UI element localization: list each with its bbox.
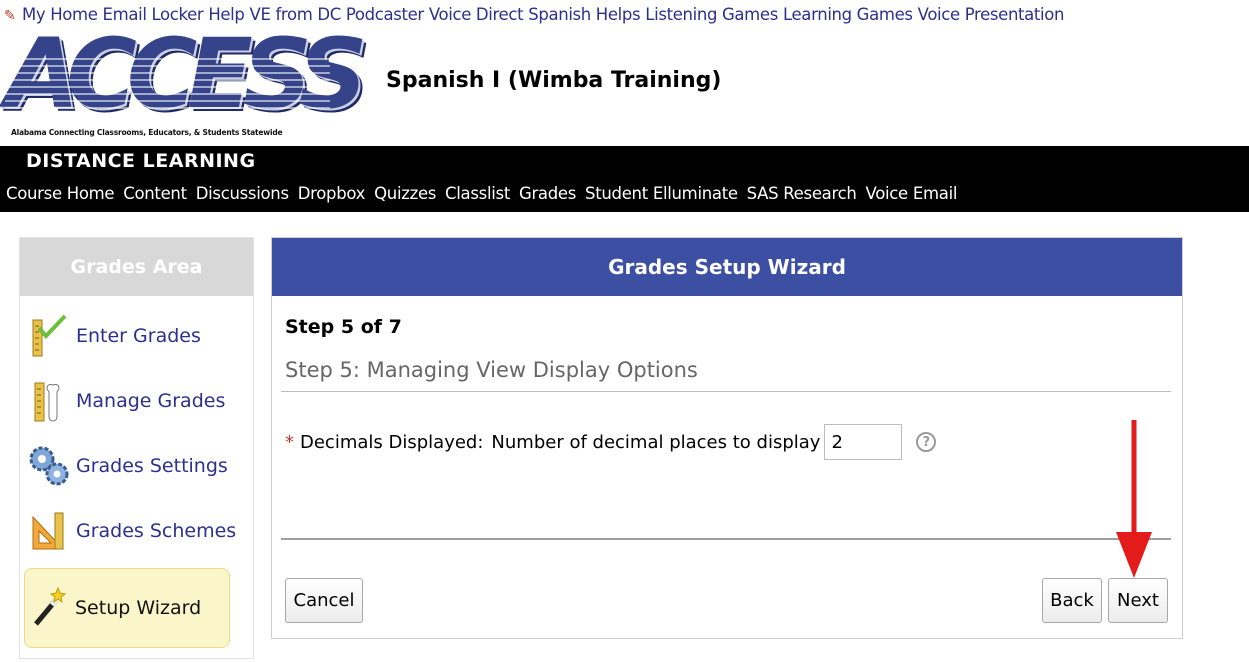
decimals-field-row: * Decimals Displayed: Number of decimal … (285, 424, 937, 460)
help-icon[interactable]: ? (916, 432, 937, 452)
logo-text: ACCESS (5, 18, 368, 130)
sidebar-item-label: Grades Schemes (76, 520, 237, 542)
sidebar-item-label: Setup Wizard (75, 597, 202, 619)
nav-content[interactable]: Content (123, 184, 187, 203)
next-button[interactable]: Next (1108, 578, 1168, 623)
sidebar-item-manage-grades[interactable]: Manage Grades (26, 375, 246, 427)
nav-student-elluminate[interactable]: Student Elluminate (585, 184, 738, 203)
top-link-voice-presentation[interactable]: Voice Presentation (918, 5, 1065, 24)
nav-dropbox[interactable]: Dropbox (298, 184, 366, 203)
nav-grades[interactable]: Grades (519, 184, 576, 203)
cancel-button[interactable]: Cancel (285, 578, 363, 623)
nav-quizzes[interactable]: Quizzes (374, 184, 436, 203)
grades-sidebar: Grades Area Enter Grades Manage Grades G… (19, 237, 254, 659)
nav-voice-email[interactable]: Voice Email (866, 184, 958, 203)
sidebar-item-enter-grades[interactable]: Enter Grades (26, 310, 246, 362)
divider (281, 538, 1171, 540)
nav-sas-research[interactable]: SAS Research (747, 184, 857, 203)
magic-wand-icon (25, 585, 71, 631)
decimals-description: Number of decimal places to display (491, 431, 821, 453)
wizard-title: Grades Setup Wizard (272, 238, 1182, 296)
setup-wizard-panel: Grades Setup Wizard Step 5 of 7 Step 5: … (271, 237, 1183, 639)
back-button[interactable]: Back (1042, 578, 1102, 623)
decimals-label: Decimals Displayed: (300, 431, 484, 453)
ruler-check-icon (26, 313, 72, 359)
divider (281, 391, 1171, 392)
top-link-spanish-helps[interactable]: Spanish Helps (528, 5, 640, 24)
course-navbar: DISTANCE LEARNING Course Home Content Di… (0, 146, 1249, 212)
access-logo[interactable]: ACCESS Alabama Connecting Classrooms, Ed… (5, 26, 368, 146)
decimals-input[interactable] (824, 424, 903, 460)
triangle-ruler-icon (26, 508, 72, 554)
nav-discussions[interactable]: Discussions (196, 184, 289, 203)
sidebar-item-setup-wizard[interactable]: Setup Wizard (24, 568, 230, 648)
nav-course-home[interactable]: Course Home (6, 184, 115, 203)
sidebar-item-grades-settings[interactable]: Grades Settings (26, 440, 246, 492)
distance-learning-title: DISTANCE LEARNING (26, 150, 256, 172)
step-title: Step 5: Managing View Display Options (285, 358, 698, 382)
step-counter: Step 5 of 7 (285, 316, 402, 338)
top-link-voice-direct[interactable]: Voice Direct (429, 5, 524, 24)
nav-classlist[interactable]: Classlist (445, 184, 510, 203)
sidebar-title: Grades Area (20, 238, 253, 296)
sidebar-item-label: Enter Grades (76, 325, 201, 347)
sidebar-item-grades-schemes[interactable]: Grades Schemes (26, 505, 246, 557)
course-nav-links: Course Home Content Discussions Dropbox … (6, 184, 961, 203)
required-marker: * (285, 431, 294, 453)
gears-icon (26, 443, 72, 489)
top-link-listening-games[interactable]: Listening Games (645, 5, 778, 24)
sidebar-item-label: Grades Settings (76, 455, 228, 477)
course-title: Spanish I (Wimba Training) (386, 68, 722, 93)
logo-subtitle: Alabama Connecting Classrooms, Educators… (11, 128, 283, 137)
sidebar-item-label: Manage Grades (76, 390, 226, 412)
ruler-wrench-icon (26, 378, 72, 424)
top-link-learning-games[interactable]: Learning Games (783, 5, 913, 24)
annotation-arrow-icon (1116, 420, 1152, 578)
